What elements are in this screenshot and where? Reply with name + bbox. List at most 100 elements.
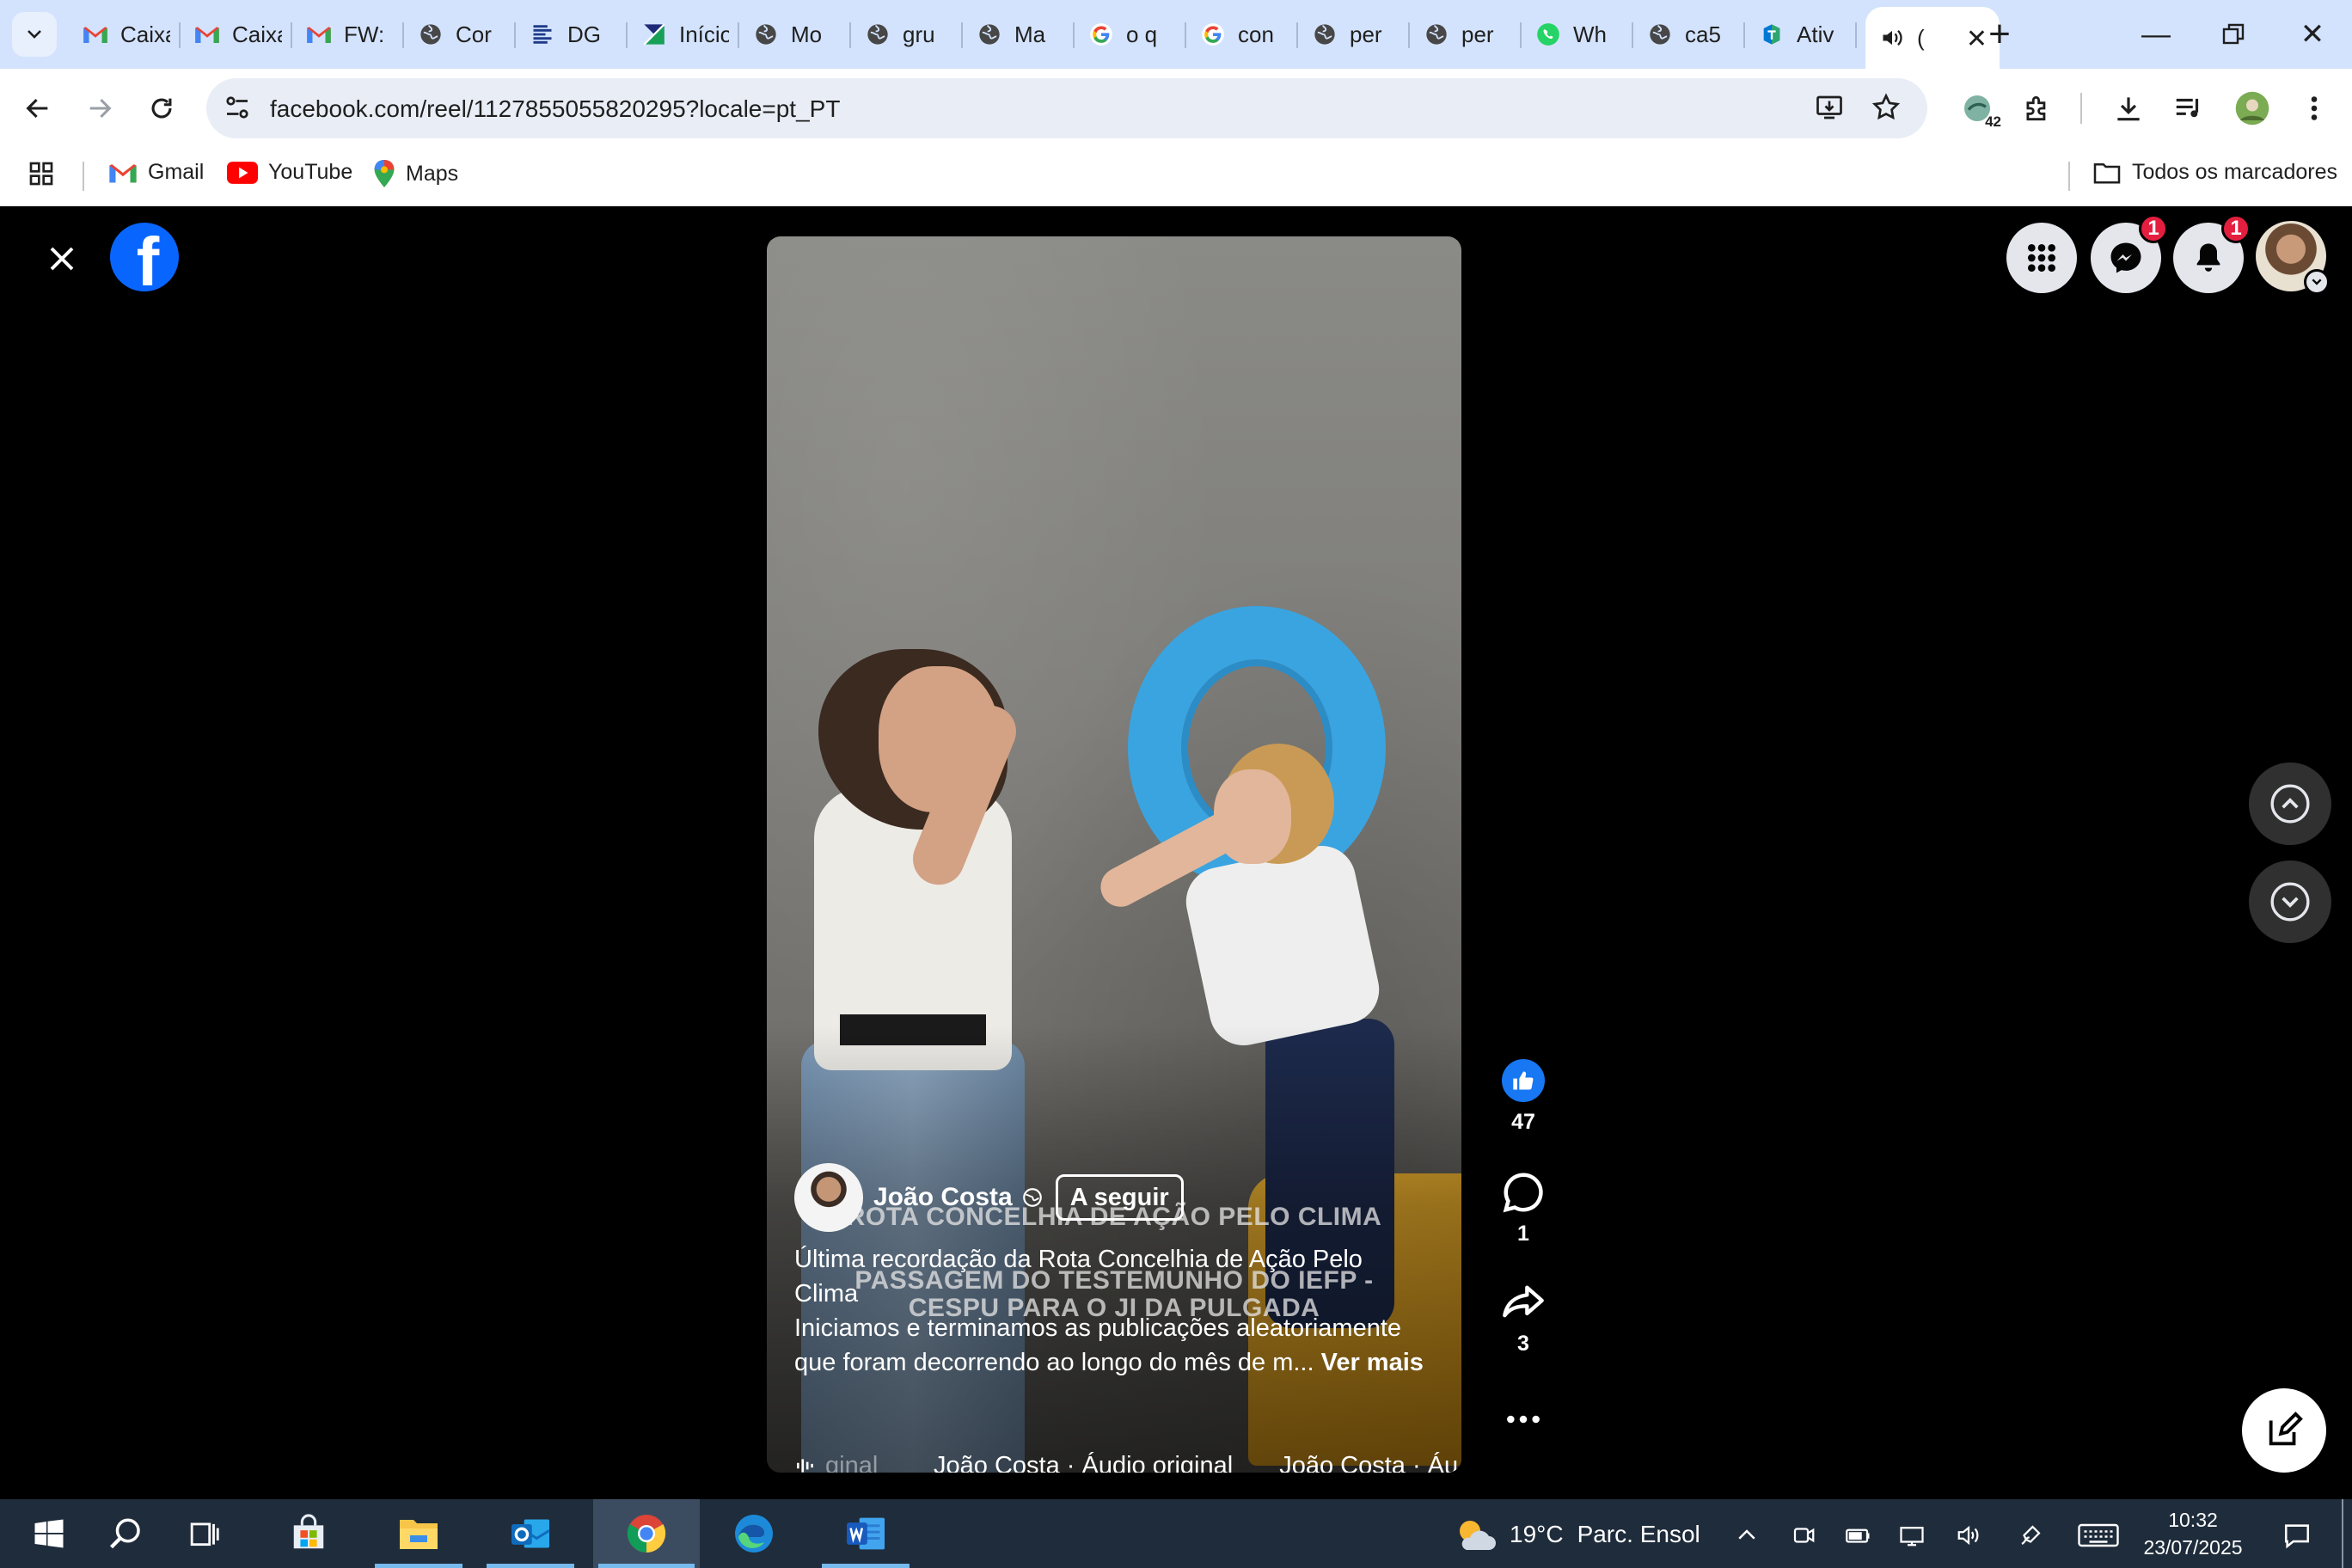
tab[interactable]: FW: <box>292 0 404 69</box>
tab-title: FW: <box>344 21 385 47</box>
folder-icon <box>400 1520 438 1549</box>
battery-icon[interactable] <box>1841 1518 1876 1553</box>
extensions-puzzle-icon[interactable] <box>2017 88 2058 129</box>
tab[interactable]: con <box>1186 0 1298 69</box>
menu-kebab-icon[interactable] <box>2294 88 2335 129</box>
bookmark-star-icon[interactable] <box>1865 87 1907 128</box>
chrome-app[interactable] <box>593 1499 700 1568</box>
minimize-button[interactable]: — <box>2130 12 2182 57</box>
next-reel-button[interactable] <box>2249 861 2331 943</box>
teams-icon <box>1759 21 1785 47</box>
notifications-button[interactable]: 1 <box>2173 214 2251 293</box>
see-more-link[interactable]: Ver mais <box>1321 1349 1424 1376</box>
tab[interactable]: gru <box>851 0 963 69</box>
tab[interactable]: per <box>1410 0 1522 69</box>
all-bookmarks-folder[interactable]: Todos os marcadores <box>2092 160 2337 185</box>
compose-message-button[interactable] <box>2242 1388 2326 1473</box>
forward-button[interactable] <box>77 86 122 131</box>
tab[interactable]: o q <box>1075 0 1186 69</box>
audio-ticker[interactable]: ginal João Costa · Áudio original João C… <box>794 1449 1461 1473</box>
new-tab-button[interactable]: + <box>1977 12 2022 57</box>
weather-widget[interactable]: 19°C Parc. Ensol <box>1453 1515 1700 1554</box>
profile-avatar-icon[interactable] <box>2232 88 2273 129</box>
reel-caption[interactable]: Última recordação da Rota Concelhia de A… <box>794 1242 1430 1380</box>
bookmark-gmail[interactable]: Gmail <box>108 160 204 185</box>
comment-action[interactable]: 1 <box>1496 1168 1551 1246</box>
back-button[interactable] <box>15 86 60 131</box>
follow-button[interactable]: A seguir <box>1055 1174 1184 1221</box>
tab-title: Wh <box>1573 21 1607 47</box>
clock-time: 10:32 <box>2168 1509 2218 1531</box>
facebook-logo[interactable]: f <box>110 223 179 291</box>
share-count: 3 <box>1517 1332 1529 1356</box>
download-icon[interactable] <box>2108 88 2149 129</box>
child-face <box>1214 769 1291 864</box>
messenger-button[interactable]: 1 <box>2091 214 2168 293</box>
account-avatar[interactable] <box>2256 221 2330 295</box>
like-count: 47 <box>1511 1110 1535 1134</box>
audio-text-fade: ginal <box>825 1451 879 1473</box>
tab-title: ca5 <box>1685 21 1721 47</box>
tab[interactable]: Cor <box>404 0 516 69</box>
account-chevron-icon <box>2304 269 2330 295</box>
more-options-action[interactable] <box>1496 1395 1551 1443</box>
tab-search-button[interactable] <box>12 12 57 57</box>
windows-logo-icon <box>34 1519 64 1548</box>
bookmark-youtube[interactable]: YouTube <box>227 160 352 185</box>
restore-button[interactable] <box>2208 12 2259 57</box>
install-app-icon[interactable] <box>1809 87 1850 128</box>
tab[interactable]: per <box>1298 0 1410 69</box>
word-app[interactable] <box>817 1499 915 1568</box>
child-shirt <box>1179 839 1386 1052</box>
tab[interactable]: Caixa de entrada <box>181 0 292 69</box>
globe-icon <box>1312 21 1338 47</box>
bookmark-maps[interactable]: Maps <box>373 160 458 187</box>
close-reel-button[interactable] <box>38 235 86 283</box>
reload-button[interactable] <box>139 86 184 131</box>
tab-title: Caixa de entrada <box>232 21 282 47</box>
address-bar[interactable]: facebook.com/reel/1127855055820295?local… <box>206 78 1927 138</box>
gmail-icon <box>306 21 332 47</box>
tab[interactable]: DG <box>516 0 628 69</box>
show-desktop-button[interactable] <box>2342 1499 2343 1568</box>
tab-title: per <box>1350 21 1382 47</box>
weather-partly-sunny-icon <box>1460 1521 1496 1550</box>
apps-grid-button[interactable] <box>28 160 55 187</box>
tab[interactable]: Mo <box>739 0 851 69</box>
show-hidden-icons-button[interactable] <box>1730 1518 1764 1553</box>
site-info-icon[interactable] <box>222 92 253 127</box>
tab[interactable]: Ativ <box>1745 0 1857 69</box>
notification-center-icon[interactable] <box>2280 1518 2314 1553</box>
tab[interactable]: Início <box>628 0 739 69</box>
tab[interactable]: ca5 <box>1633 0 1745 69</box>
tab[interactable]: Ma <box>963 0 1075 69</box>
globe-icon <box>865 21 891 47</box>
tab-strip: Caixa de entrada Caixa de entrada FW: Cor DG… <box>0 0 2352 69</box>
network-icon[interactable] <box>1895 1518 1929 1553</box>
tab[interactable]: Caixa de entrada <box>69 0 181 69</box>
clock[interactable]: 10:32 23/07/2025 <box>2137 1506 2249 1561</box>
meet-now-icon[interactable] <box>1786 1518 1821 1553</box>
poster-avatar[interactable] <box>794 1163 863 1232</box>
close-window-button[interactable]: ✕ <box>2287 12 2338 57</box>
task-view-button[interactable] <box>156 1499 254 1568</box>
volume-icon[interactable] <box>1951 1518 1986 1553</box>
file-explorer-app[interactable] <box>370 1499 468 1568</box>
keyboard-icon[interactable] <box>2075 1518 2122 1553</box>
share-action[interactable]: 3 <box>1496 1278 1551 1357</box>
extension-badge-icon[interactable]: 42 <box>1957 88 2001 130</box>
outlook-app[interactable] <box>481 1499 579 1568</box>
menu-button[interactable] <box>2006 223 2077 293</box>
google-icon <box>1200 21 1226 47</box>
pen-icon[interactable] <box>2013 1518 2048 1553</box>
reel-video[interactable]: ROTA CONCELHIA DE AÇÃO PELO CLIMA PASSAG… <box>767 236 1461 1473</box>
edge-app[interactable] <box>705 1499 803 1568</box>
media-control-icon[interactable] <box>2168 88 2209 129</box>
poster-name[interactable]: João Costa <box>873 1183 1013 1212</box>
menu-grid-icon <box>2028 244 2055 272</box>
previous-reel-button[interactable] <box>2249 763 2331 845</box>
store-app[interactable] <box>260 1499 358 1568</box>
tab[interactable]: Wh <box>1522 0 1633 69</box>
like-action[interactable]: 47 <box>1496 1057 1551 1135</box>
arrow-left-icon <box>26 98 48 119</box>
